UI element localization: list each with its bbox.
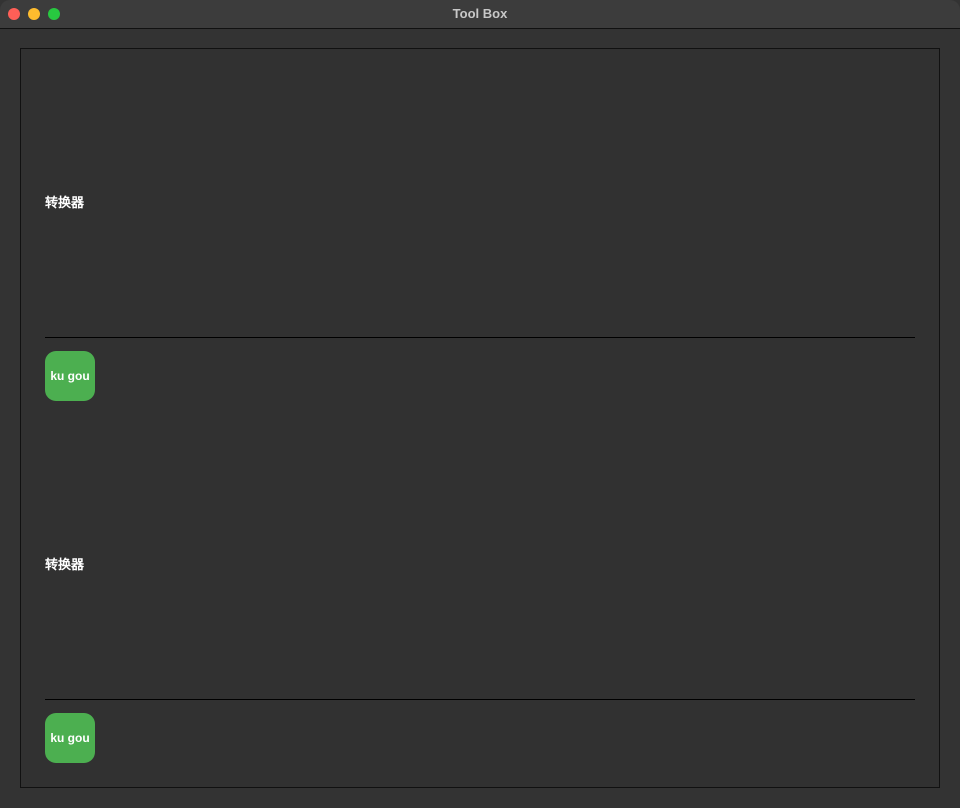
section-label: 转换器 xyxy=(45,557,85,572)
window-title: Tool Box xyxy=(452,6,508,21)
divider xyxy=(45,337,915,338)
kugou-button[interactable]: ku gou xyxy=(45,713,95,763)
kugou-button[interactable]: ku gou xyxy=(45,351,95,401)
divider xyxy=(45,699,915,700)
tool-panel: 转换器 ku gou 转换器 ku gou xyxy=(20,48,940,788)
title-bar: Tool Box xyxy=(0,0,960,29)
section-label: 转换器 xyxy=(45,195,85,210)
